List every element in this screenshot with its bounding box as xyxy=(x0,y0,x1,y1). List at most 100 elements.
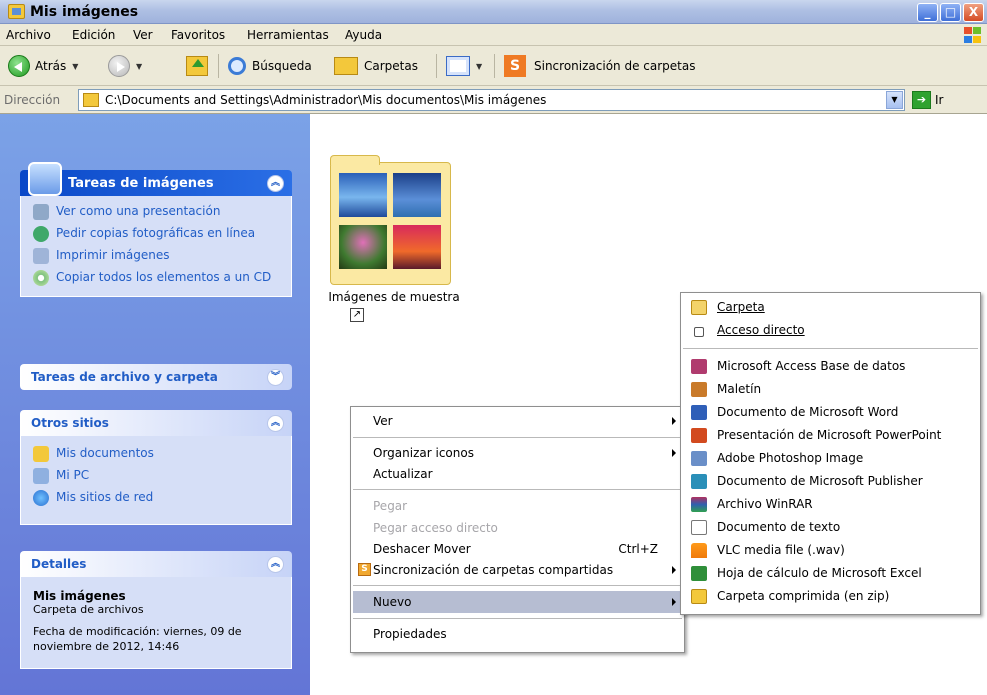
menu-item-label: Archivo WinRAR xyxy=(717,497,813,511)
place-my-documents[interactable]: Mis documentos xyxy=(33,446,281,462)
folder-icon xyxy=(8,4,25,19)
new-access-db-item[interactable]: Microsoft Access Base de datos xyxy=(683,355,978,378)
image-tasks-title: Tareas de imágenes xyxy=(68,176,214,191)
menu-item-label: Pegar acceso directo xyxy=(373,521,498,535)
address-input[interactable]: C:\Documents and Settings\Administrador\… xyxy=(78,89,905,111)
details-title: Detalles xyxy=(31,557,87,571)
menu-item-label: Acceso directo xyxy=(717,323,805,337)
sync-icon: S xyxy=(504,55,526,77)
place-label: Mi PC xyxy=(56,468,90,482)
go-button[interactable]: Ir xyxy=(935,93,943,107)
folders-icon xyxy=(334,57,358,75)
submenu-arrow-icon xyxy=(672,566,676,574)
toolbar-divider xyxy=(494,54,495,78)
details-header[interactable]: Detalles ︽ xyxy=(20,551,292,577)
task-label: Pedir copias fotográficas en línea xyxy=(56,226,256,240)
menu-ver[interactable]: Ver xyxy=(133,28,153,42)
other-places-panel: Otros sitios ︽ Mis documentos Mi PC Mis … xyxy=(20,410,292,525)
maximize-button[interactable]: □ xyxy=(940,3,961,22)
menu-herramientas[interactable]: Herramientas xyxy=(247,28,329,42)
new-folder-item[interactable]: Carpeta xyxy=(683,296,978,319)
new-shortcut-item[interactable]: Acceso directo xyxy=(683,319,978,342)
address-label: Dirección xyxy=(4,93,61,107)
back-button[interactable]: Atrás ▼ xyxy=(8,54,78,78)
menu-item-deshacer[interactable]: Deshacer Mover Ctrl+Z xyxy=(353,538,682,560)
task-copy-to-cd[interactable]: Copiar todos los elementos a un CD xyxy=(33,270,281,286)
new-word-item[interactable]: Documento de Microsoft Word xyxy=(683,401,978,424)
details-panel: Detalles ︽ Mis imágenes Carpeta de archi… xyxy=(20,551,292,669)
new-zip-item[interactable]: Carpeta comprimida (en zip) xyxy=(683,585,978,608)
place-label: Mis sitios de red xyxy=(56,490,154,504)
network-icon xyxy=(33,490,49,506)
menu-favoritos[interactable]: Favoritos xyxy=(171,28,225,42)
submenu-arrow-icon xyxy=(672,417,676,425)
photo-thumbnail xyxy=(339,225,387,269)
zip-folder-icon xyxy=(691,589,707,604)
menu-item-pegar-acceso: Pegar acceso directo xyxy=(353,517,682,539)
menu-item-ver[interactable]: Ver xyxy=(353,410,682,432)
menu-edicion[interactable]: Edición xyxy=(72,28,115,42)
menu-ayuda[interactable]: Ayuda xyxy=(345,28,382,42)
task-slideshow[interactable]: Ver como una presentación xyxy=(33,204,281,220)
collapse-chevron-icon[interactable]: ︽ xyxy=(267,556,284,573)
briefcase-icon xyxy=(691,382,707,397)
image-tasks-header[interactable]: Tareas de imágenes ︽ xyxy=(20,162,292,196)
menu-item-propiedades[interactable]: Propiedades xyxy=(353,623,682,645)
menu-item-organizar[interactable]: Organizar iconos xyxy=(353,442,682,464)
toolbar: Atrás ▼ ▼ Búsqueda Carpetas ▼ S Sincroni… xyxy=(0,46,987,86)
new-photoshop-item[interactable]: Adobe Photoshop Image xyxy=(683,447,978,470)
shortcut-icon xyxy=(694,327,704,337)
views-button[interactable]: ▼ xyxy=(446,54,482,78)
menu-item-label: VLC media file (.wav) xyxy=(717,543,845,557)
photo-thumbnail xyxy=(393,225,441,269)
new-winrar-item[interactable]: Archivo WinRAR xyxy=(683,493,978,516)
menu-bar: Archivo Edición Ver Favoritos Herramient… xyxy=(0,24,987,46)
menu-item-nuevo[interactable]: Nuevo xyxy=(353,591,682,613)
menu-item-label: Microsoft Access Base de datos xyxy=(717,359,906,373)
search-label: Búsqueda xyxy=(252,59,312,73)
new-briefcase-item[interactable]: Maletín xyxy=(683,378,978,401)
folder-item[interactable]: ↗ Imágenes de muestra xyxy=(310,114,480,322)
menu-archivo[interactable]: Archivo xyxy=(6,28,51,42)
menu-item-label: Sincronización de carpetas compartidas xyxy=(373,563,614,577)
go-arrow-icon[interactable]: ➔ xyxy=(912,91,931,109)
up-folder-button[interactable] xyxy=(186,54,208,78)
sync-folders-button[interactable]: S Sincronización de carpetas xyxy=(504,54,695,78)
folders-button[interactable]: Carpetas xyxy=(334,54,418,78)
forward-button[interactable]: ▼ xyxy=(108,54,142,78)
chevron-down-icon[interactable]: ▼ xyxy=(886,91,903,109)
back-arrow-icon xyxy=(8,55,30,77)
task-label: Copiar todos los elementos a un CD xyxy=(56,270,272,284)
menu-separator xyxy=(353,618,682,619)
search-button[interactable]: Búsqueda xyxy=(228,54,312,78)
new-powerpoint-item[interactable]: Presentación de Microsoft PowerPoint xyxy=(683,424,978,447)
place-network[interactable]: Mis sitios de red xyxy=(33,490,281,506)
new-excel-item[interactable]: Hoja de cálculo de Microsoft Excel xyxy=(683,562,978,585)
search-icon xyxy=(228,57,246,75)
folder-label: Imágenes de muestra xyxy=(328,290,460,304)
menu-item-label: Organizar iconos xyxy=(373,446,474,460)
close-button[interactable]: X xyxy=(963,3,984,22)
task-order-prints[interactable]: Pedir copias fotográficas en línea xyxy=(33,226,281,242)
collapse-chevron-icon[interactable]: ︽ xyxy=(267,415,284,432)
other-places-title: Otros sitios xyxy=(31,416,109,430)
details-modified: Fecha de modificación: viernes, 09 de no… xyxy=(33,625,242,653)
new-publisher-item[interactable]: Documento de Microsoft Publisher xyxy=(683,470,978,493)
menu-item-label: Carpeta comprimida (en zip) xyxy=(717,589,890,603)
task-print-images[interactable]: Imprimir imágenes xyxy=(33,248,281,264)
menu-separator xyxy=(353,437,682,438)
sync-label: Sincronización de carpetas xyxy=(534,59,696,73)
menu-item-sincronizacion[interactable]: S Sincronización de carpetas compartidas xyxy=(353,559,682,581)
expand-chevron-icon[interactable]: ︾ xyxy=(267,369,284,386)
window-title: Mis imágenes xyxy=(30,4,139,20)
text-document-icon xyxy=(691,520,707,535)
new-vlc-item[interactable]: VLC media file (.wav) xyxy=(683,539,978,562)
menu-item-actualizar[interactable]: Actualizar xyxy=(353,463,682,485)
collapse-chevron-icon[interactable]: ︽ xyxy=(267,175,284,192)
folder-icon xyxy=(83,93,99,107)
file-tasks-header[interactable]: Tareas de archivo y carpeta ︾ xyxy=(20,364,292,390)
minimize-button[interactable]: _ xyxy=(917,3,938,22)
place-my-computer[interactable]: Mi PC xyxy=(33,468,281,484)
other-places-header[interactable]: Otros sitios ︽ xyxy=(20,410,292,436)
new-text-item[interactable]: Documento de texto xyxy=(683,516,978,539)
